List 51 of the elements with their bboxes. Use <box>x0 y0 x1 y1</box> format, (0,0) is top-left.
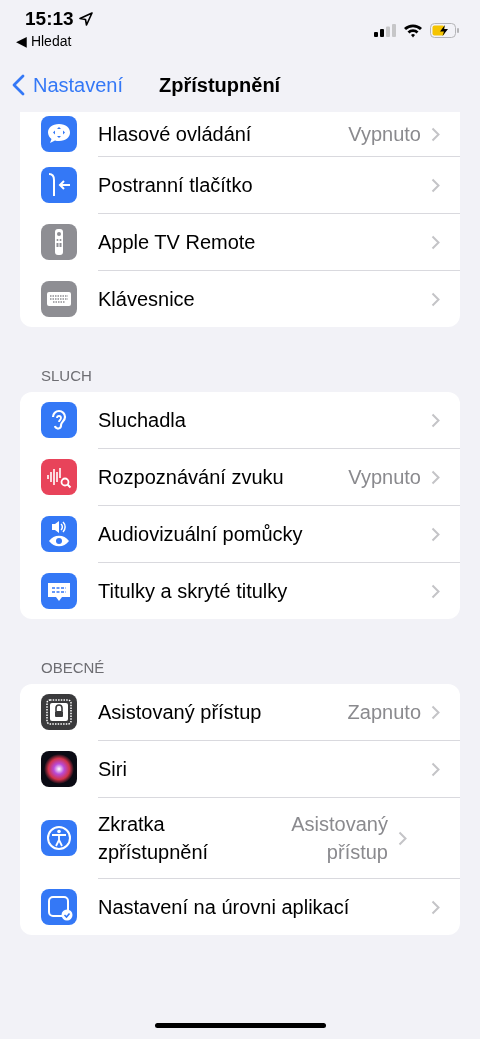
section-header: OBECNÉ <box>40 658 106 678</box>
clock-time: 15:13 <box>24 8 74 30</box>
setting-label[interactable]: Hlasové ovládání <box>98 120 339 148</box>
setting-value: Asistovaný přístup <box>290 812 388 865</box>
battery-charging-icon <box>430 22 460 38</box>
setting-label[interactable]: Sluchadla <box>98 406 421 434</box>
wifi-icon <box>403 22 423 38</box>
keyboard-icon <box>41 280 77 317</box>
setting-value: Vypnuto <box>348 122 421 147</box>
lock-icon <box>41 694 77 730</box>
captions-icon <box>41 572 77 609</box>
siri-icon <box>41 750 77 787</box>
signal-icon <box>374 23 396 37</box>
sound-recognition-icon <box>41 458 77 495</box>
chevron-icon <box>431 583 440 599</box>
setting-label[interactable]: Titulky a skryté titulky <box>98 577 421 605</box>
setting-label[interactable]: Siri <box>98 755 421 783</box>
setting-label[interactable]: Nastavení na úrovni aplikací <box>98 893 421 921</box>
speaker-eye-icon <box>41 515 77 552</box>
chevron-icon <box>431 291 440 307</box>
chevron-icon <box>398 830 407 846</box>
chevron-icon <box>431 177 440 193</box>
chevron-icon <box>431 899 440 915</box>
app-check-icon <box>41 888 77 925</box>
back-chevron-icon <box>12 74 25 96</box>
location-arrow-icon <box>78 12 93 26</box>
setting-label[interactable]: Postranní tlačítko <box>98 171 421 199</box>
setting-label[interactable]: Asistovaný přístup <box>98 698 338 726</box>
back-button[interactable]: Nastavení <box>0 73 124 97</box>
chevron-icon <box>431 526 440 542</box>
section-header: SLUCH <box>40 366 93 386</box>
side-button-icon <box>41 166 77 203</box>
chevron-icon <box>431 412 440 428</box>
chevron-icon <box>431 234 440 250</box>
setting-value: Zapnuto <box>347 700 421 725</box>
accessibility-icon <box>41 819 77 856</box>
back-to-app-link[interactable]: ◀ Hledat <box>16 33 93 49</box>
setting-label[interactable]: Audiovizuální pomůcky <box>98 520 421 548</box>
chevron-icon <box>431 126 440 142</box>
setting-label[interactable]: Apple TV Remote <box>98 228 421 256</box>
chevron-icon <box>431 469 440 485</box>
setting-value: Vypnuto <box>348 465 421 490</box>
setting-label[interactable]: Klávesnice <box>98 285 421 313</box>
remote-icon <box>41 223 77 260</box>
setting-label[interactable]: Zkratka zpřístupnění <box>98 810 248 866</box>
chevron-icon <box>431 704 440 720</box>
speech-bubble-icon <box>41 116 77 152</box>
setting-label[interactable]: Rozpoznávání zvuku <box>98 463 339 491</box>
ear-icon <box>41 402 77 438</box>
page-title: Zpřístupnění <box>159 73 281 97</box>
chevron-icon <box>431 761 440 777</box>
